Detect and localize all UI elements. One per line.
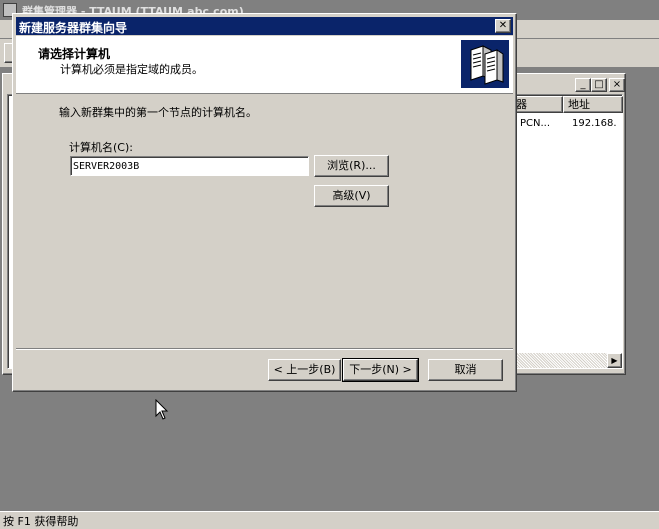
server-cluster-icon: [461, 40, 509, 88]
minimize-icon[interactable]: _: [575, 78, 591, 92]
maximize-icon[interactable]: □: [591, 78, 607, 92]
wizard-header: 请选择计算机 计算机必须是指定域的成员。: [16, 36, 513, 94]
back-button[interactable]: < 上一步(B): [268, 359, 341, 381]
horizontal-scrollbar[interactable]: ▶: [511, 353, 622, 368]
node-list-view: 器 地址 PCN... 192.168. ▶: [509, 94, 623, 369]
column-header-node[interactable]: 器: [511, 96, 563, 113]
dialog-title: 新建服务器群集向导: [19, 21, 128, 35]
close-icon[interactable]: ×: [609, 78, 625, 92]
browse-button[interactable]: 浏览(R)...: [314, 155, 389, 177]
status-text: 按 F1 获得帮助: [3, 515, 79, 528]
new-cluster-wizard-dialog: 新建服务器群集向导 ✕ 请选择计算机 计算机必须是指定域的成员。 输入新群集中的…: [12, 13, 517, 392]
page-subtitle: 计算机必须是指定域的成员。: [60, 63, 203, 76]
computer-name-label: 计算机名(C):: [69, 141, 133, 154]
computer-name-input[interactable]: [70, 156, 309, 176]
footer-separator: [16, 348, 513, 350]
status-bar: 按 F1 获得帮助: [0, 511, 659, 528]
column-header-address[interactable]: 地址: [563, 96, 623, 113]
dialog-title-bar: 新建服务器群集向导 ✕: [16, 17, 513, 35]
next-button[interactable]: 下一步(N) >: [342, 358, 419, 382]
list-cell[interactable]: 192.168.: [572, 118, 617, 129]
scroll-right-icon[interactable]: ▶: [607, 353, 622, 368]
page-title: 请选择计算机: [38, 47, 111, 61]
mouse-pointer-icon: [155, 399, 169, 420]
close-icon[interactable]: ✕: [495, 19, 511, 33]
cancel-button[interactable]: 取消: [428, 359, 503, 381]
list-cell[interactable]: PCN...: [520, 118, 550, 129]
advanced-button[interactable]: 高级(V): [314, 185, 389, 207]
instruction-text: 输入新群集中的第一个节点的计算机名。: [59, 106, 257, 119]
